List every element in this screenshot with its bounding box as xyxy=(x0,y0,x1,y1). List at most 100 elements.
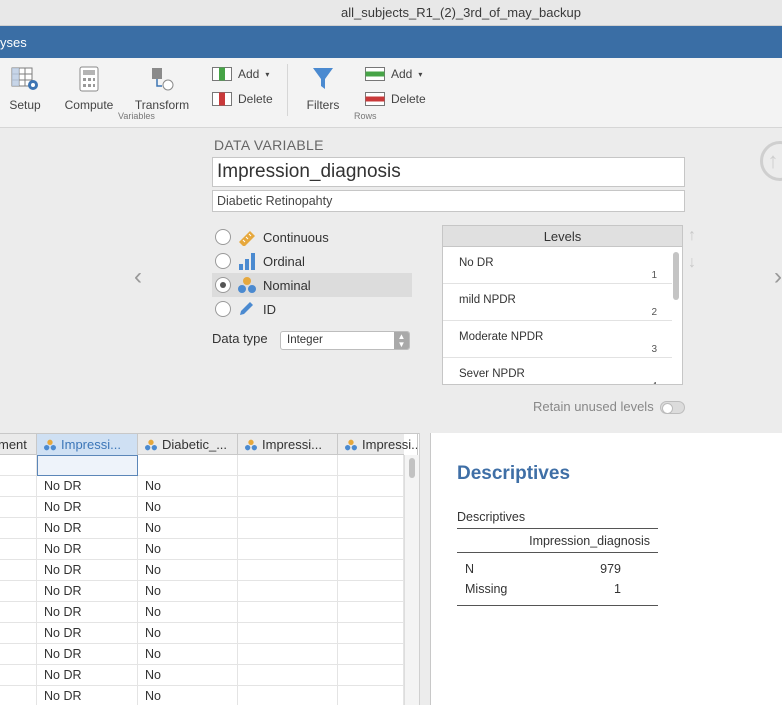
table-cell[interactable] xyxy=(0,602,37,623)
table-cell[interactable]: No xyxy=(138,602,238,623)
level-item[interactable]: mild NPDR 2 xyxy=(443,284,672,321)
retain-unused-levels-toggle[interactable] xyxy=(660,401,685,414)
table-cell[interactable] xyxy=(338,686,404,705)
table-cell[interactable]: No DR xyxy=(37,476,138,497)
table-cell[interactable] xyxy=(238,581,338,602)
table-cell[interactable]: No DR xyxy=(37,497,138,518)
variable-name-input[interactable] xyxy=(212,157,685,187)
table-cell[interactable] xyxy=(338,455,404,476)
table-cell[interactable]: No DR xyxy=(37,560,138,581)
variable-description-input[interactable] xyxy=(212,190,685,212)
row-add-button[interactable]: Add ▾ xyxy=(365,67,422,81)
table-cell[interactable] xyxy=(238,476,338,497)
table-cell[interactable]: No xyxy=(138,476,238,497)
measure-type-nominal[interactable]: Nominal xyxy=(212,273,412,297)
level-item[interactable]: No DR 1 xyxy=(443,247,672,284)
table-cell[interactable]: No xyxy=(138,686,238,705)
setup-button[interactable]: Setup xyxy=(7,66,43,112)
table-cell[interactable] xyxy=(0,476,37,497)
column-header-selected[interactable]: Impressi... xyxy=(37,434,138,455)
nominal-radio[interactable] xyxy=(215,277,231,293)
table-cell[interactable] xyxy=(0,581,37,602)
variable-delete-button[interactable]: Delete xyxy=(212,92,273,106)
table-cell[interactable] xyxy=(0,518,37,539)
table-cell[interactable] xyxy=(138,455,238,476)
table-cell[interactable] xyxy=(338,623,404,644)
table-cell[interactable] xyxy=(338,560,404,581)
table-cell[interactable] xyxy=(0,644,37,665)
table-cell[interactable] xyxy=(338,497,404,518)
table-cell[interactable] xyxy=(238,539,338,560)
continuous-radio[interactable] xyxy=(215,229,231,245)
table-cell[interactable]: No xyxy=(138,644,238,665)
pane-divider[interactable] xyxy=(419,433,431,705)
level-label[interactable]: Sever NPDR xyxy=(459,368,525,380)
table-cell[interactable] xyxy=(238,518,338,539)
levels-scrollbar[interactable] xyxy=(673,252,679,300)
variable-add-button[interactable]: Add ▾ xyxy=(212,67,269,81)
table-cell[interactable]: No DR xyxy=(37,644,138,665)
level-label[interactable]: mild NPDR xyxy=(459,294,516,306)
table-cell[interactable] xyxy=(0,455,37,476)
move-level-down-icon[interactable]: ↓ xyxy=(688,254,696,272)
measure-type-id[interactable]: ID xyxy=(212,297,412,321)
table-cell[interactable] xyxy=(0,686,37,705)
table-cell[interactable] xyxy=(0,539,37,560)
table-cell[interactable] xyxy=(338,665,404,686)
tab-analyses[interactable]: yses xyxy=(0,35,27,50)
measure-type-continuous[interactable]: Continuous xyxy=(212,225,412,249)
table-cell[interactable] xyxy=(338,539,404,560)
filters-button[interactable]: Filters xyxy=(304,66,342,112)
table-cell[interactable]: No xyxy=(138,497,238,518)
table-cell[interactable] xyxy=(338,476,404,497)
table-cell[interactable]: No xyxy=(138,665,238,686)
table-cell[interactable] xyxy=(338,602,404,623)
table-cell[interactable] xyxy=(0,665,37,686)
level-item[interactable]: Sever NPDR 4 xyxy=(443,358,672,384)
id-radio[interactable] xyxy=(215,301,231,317)
table-cell[interactable] xyxy=(238,455,338,476)
row-delete-button[interactable]: Delete xyxy=(365,92,426,106)
level-label[interactable]: No DR xyxy=(459,257,494,269)
table-cell[interactable]: No DR xyxy=(37,539,138,560)
table-cell[interactable] xyxy=(238,497,338,518)
table-cell[interactable]: No xyxy=(138,581,238,602)
sheet-scrollbar-thumb[interactable] xyxy=(409,458,415,478)
level-item[interactable]: Moderate NPDR 3 xyxy=(443,321,672,358)
table-cell[interactable] xyxy=(0,623,37,644)
sheet-scrollbar[interactable] xyxy=(404,455,419,705)
table-cell[interactable]: No xyxy=(138,560,238,581)
table-cell[interactable]: No xyxy=(138,623,238,644)
level-label[interactable]: Moderate NPDR xyxy=(459,331,543,343)
measure-type-ordinal[interactable]: Ordinal xyxy=(212,249,412,273)
table-cell[interactable] xyxy=(338,644,404,665)
column-header[interactable]: Impressi... xyxy=(238,434,338,455)
table-cell[interactable] xyxy=(0,497,37,518)
table-cell[interactable]: No xyxy=(138,539,238,560)
table-cell[interactable] xyxy=(238,623,338,644)
previous-variable-arrow-icon[interactable]: ‹ xyxy=(134,263,142,291)
table-cell[interactable] xyxy=(338,581,404,602)
table-cell[interactable]: No DR xyxy=(37,602,138,623)
move-level-up-icon[interactable]: ↑ xyxy=(688,227,696,245)
table-cell[interactable]: No DR xyxy=(37,665,138,686)
next-variable-arrow-icon[interactable]: › xyxy=(774,263,782,291)
ordinal-radio[interactable] xyxy=(215,253,231,269)
table-cell[interactable] xyxy=(0,560,37,581)
column-header[interactable]: ment xyxy=(0,434,37,455)
table-cell[interactable] xyxy=(238,602,338,623)
transform-button[interactable]: Transform xyxy=(132,66,192,112)
table-cell[interactable] xyxy=(238,665,338,686)
table-cell[interactable]: No DR xyxy=(37,518,138,539)
table-cell[interactable] xyxy=(238,560,338,581)
info-circle-icon[interactable]: ↑ xyxy=(760,141,782,181)
table-cell[interactable]: No DR xyxy=(37,623,138,644)
table-cell[interactable] xyxy=(238,644,338,665)
data-type-select[interactable]: Integer ▲ ▼ xyxy=(280,331,410,350)
table-cell[interactable] xyxy=(338,518,404,539)
column-header[interactable]: Impressi... xyxy=(338,434,418,455)
table-cell[interactable]: No DR xyxy=(37,581,138,602)
compute-button[interactable]: Compute xyxy=(62,66,116,112)
column-header[interactable]: Diabetic_... xyxy=(138,434,238,455)
table-cell[interactable]: No DR xyxy=(37,686,138,705)
